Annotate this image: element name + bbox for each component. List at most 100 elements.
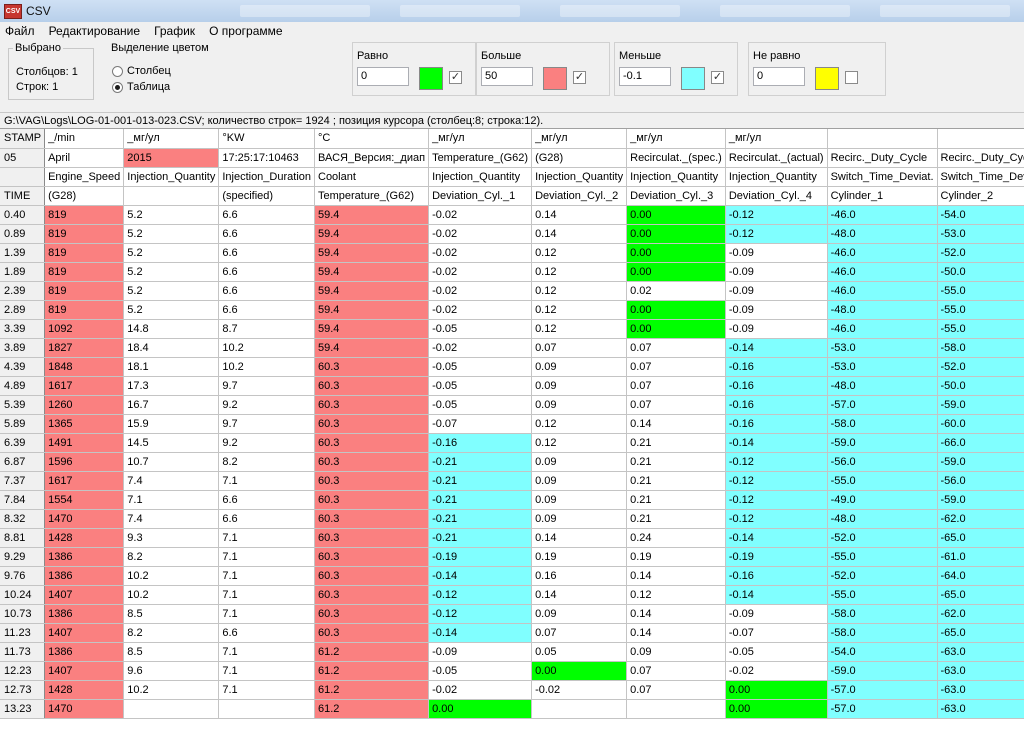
- table-cell[interactable]: -0.14: [428, 566, 533, 586]
- table-cell[interactable]: 8.2: [123, 547, 220, 567]
- radio-column[interactable]: [112, 66, 123, 77]
- table-cell[interactable]: -55.0: [827, 471, 938, 491]
- table-cell[interactable]: 60.3: [314, 414, 430, 434]
- table-cell[interactable]: 5.2: [123, 262, 220, 282]
- table-cell[interactable]: 60.3: [314, 376, 430, 396]
- table-cell[interactable]: -0.02: [725, 661, 828, 681]
- table-cell[interactable]: -0.09: [428, 642, 533, 662]
- table-cell[interactable]: 0.14: [531, 585, 628, 605]
- table-cell[interactable]: -0.09: [725, 281, 828, 301]
- table-cell[interactable]: 0.00: [626, 300, 726, 320]
- table-cell[interactable]: 0.00: [725, 699, 828, 719]
- row-header-cell[interactable]: 13.23: [0, 699, 46, 719]
- table-cell[interactable]: -0.12: [725, 205, 828, 225]
- table-cell[interactable]: -0.09: [725, 604, 828, 624]
- table-cell[interactable]: 59.4: [314, 205, 430, 225]
- header-cell[interactable]: Cylinder_2: [937, 186, 1024, 206]
- table-cell[interactable]: 6.6: [218, 623, 315, 643]
- table-cell[interactable]: 14.8: [123, 319, 220, 339]
- table-cell[interactable]: 0.07: [626, 338, 726, 358]
- table-cell[interactable]: [531, 699, 628, 719]
- table-cell[interactable]: 0.14: [626, 566, 726, 586]
- table-cell[interactable]: 0.14: [531, 528, 628, 548]
- table-cell[interactable]: -0.02: [428, 205, 533, 225]
- header-cell[interactable]: _мг/ул: [428, 129, 533, 149]
- table-cell[interactable]: -0.12: [725, 452, 828, 472]
- table-cell[interactable]: 0.09: [531, 490, 628, 510]
- header-cell[interactable]: Recirculat._(spec.): [626, 148, 726, 168]
- filter-notequal-color[interactable]: [815, 67, 839, 90]
- table-cell[interactable]: 1386: [44, 547, 125, 567]
- table-cell[interactable]: 8.2: [123, 623, 220, 643]
- row-header-cell[interactable]: 5.89: [0, 414, 46, 434]
- table-cell[interactable]: 0.09: [531, 452, 628, 472]
- table-cell[interactable]: 60.3: [314, 433, 430, 453]
- table-cell[interactable]: -55.0: [937, 319, 1024, 339]
- table-cell[interactable]: -46.0: [827, 281, 938, 301]
- table-cell[interactable]: -0.21: [428, 509, 533, 529]
- table-cell[interactable]: -48.0: [827, 224, 938, 244]
- header-cell[interactable]: Cylinder_1: [827, 186, 938, 206]
- table-cell[interactable]: 7.1: [218, 585, 315, 605]
- filter-equal-checkbox[interactable]: ✓: [449, 71, 462, 84]
- row-header-cell[interactable]: 12.23: [0, 661, 46, 681]
- table-cell[interactable]: 0.24: [626, 528, 726, 548]
- table-cell[interactable]: -0.02: [531, 680, 628, 700]
- header-cell[interactable]: Injection_Duration: [218, 167, 315, 187]
- table-cell[interactable]: 60.3: [314, 395, 430, 415]
- row-header-cell[interactable]: 0.89: [0, 224, 46, 244]
- table-cell[interactable]: -0.16: [428, 433, 533, 453]
- table-cell[interactable]: -0.21: [428, 528, 533, 548]
- row-header-cell[interactable]: 9.76: [0, 566, 46, 586]
- table-cell[interactable]: 0.21: [626, 452, 726, 472]
- table-cell[interactable]: 6.6: [218, 490, 315, 510]
- table-cell[interactable]: 6.6: [218, 205, 315, 225]
- table-cell[interactable]: 1827: [44, 338, 125, 358]
- row-header-cell[interactable]: 3.89: [0, 338, 46, 358]
- table-cell[interactable]: 7.1: [218, 547, 315, 567]
- table-cell[interactable]: 5.2: [123, 224, 220, 244]
- header-cell[interactable]: _мг/ул: [626, 129, 726, 149]
- row-header-cell[interactable]: 11.23: [0, 623, 46, 643]
- table-cell[interactable]: 14.5: [123, 433, 220, 453]
- table-cell[interactable]: -0.02: [428, 281, 533, 301]
- table-cell[interactable]: 6.6: [218, 262, 315, 282]
- header-cell[interactable]: _мг/ул: [725, 129, 828, 149]
- table-cell[interactable]: -57.0: [827, 680, 938, 700]
- menu-chart[interactable]: График: [149, 22, 201, 38]
- table-cell[interactable]: 0.21: [626, 490, 726, 510]
- table-cell[interactable]: 60.3: [314, 452, 430, 472]
- header-cell[interactable]: (G28): [44, 186, 125, 206]
- data-grid[interactable]: STAMP _/min _мг/ул °KW °C _мг/ул _мг/ул _мг/ул _…: [0, 128, 1024, 739]
- table-cell[interactable]: -0.12: [725, 490, 828, 510]
- table-cell[interactable]: 1491: [44, 433, 125, 453]
- table-cell[interactable]: 1260: [44, 395, 125, 415]
- table-cell[interactable]: -52.0: [827, 566, 938, 586]
- row-header-cell[interactable]: 5.39: [0, 395, 46, 415]
- table-cell[interactable]: -59.0: [937, 395, 1024, 415]
- header-cell[interactable]: _/min: [44, 129, 125, 149]
- table-cell[interactable]: 0.21: [626, 433, 726, 453]
- table-cell[interactable]: [123, 699, 220, 719]
- table-cell[interactable]: 819: [44, 300, 125, 320]
- header-cell[interactable]: Deviation_Cyl._4: [725, 186, 828, 206]
- table-cell[interactable]: 18.1: [123, 357, 220, 377]
- header-cell[interactable]: Injection_Quantity: [123, 167, 220, 187]
- table-cell[interactable]: -0.09: [725, 319, 828, 339]
- table-cell[interactable]: -0.02: [428, 224, 533, 244]
- table-cell[interactable]: 60.3: [314, 566, 430, 586]
- table-cell[interactable]: -0.16: [725, 414, 828, 434]
- table-cell[interactable]: -0.12: [428, 604, 533, 624]
- table-cell[interactable]: 6.6: [218, 281, 315, 301]
- table-cell[interactable]: 7.1: [218, 642, 315, 662]
- table-cell[interactable]: 0.09: [531, 471, 628, 491]
- header-cell[interactable]: Coolant: [314, 167, 430, 187]
- table-cell[interactable]: -0.12: [725, 509, 828, 529]
- table-cell[interactable]: 819: [44, 262, 125, 282]
- filter-less-checkbox[interactable]: ✓: [711, 71, 724, 84]
- table-cell[interactable]: -0.21: [428, 452, 533, 472]
- table-cell[interactable]: 9.3: [123, 528, 220, 548]
- row-header-cell[interactable]: 10.24: [0, 585, 46, 605]
- header-cell[interactable]: [937, 129, 1024, 149]
- table-cell[interactable]: 0.12: [531, 262, 628, 282]
